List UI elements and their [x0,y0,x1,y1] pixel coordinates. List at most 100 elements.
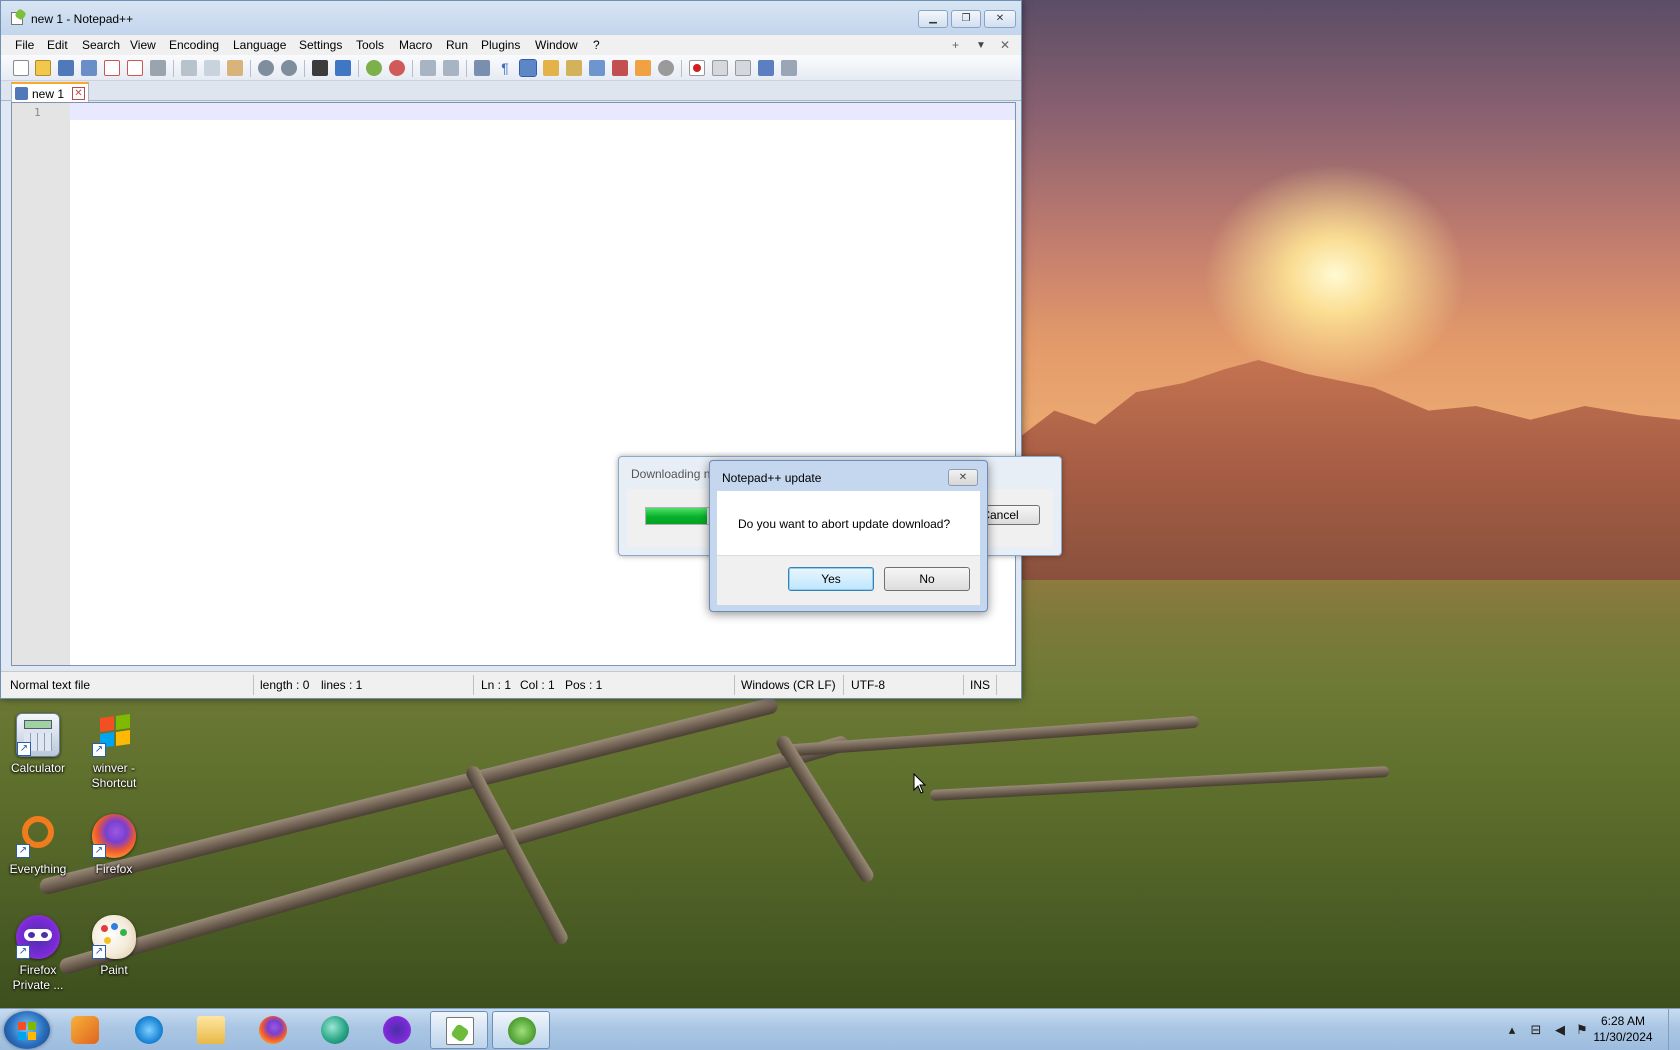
desktop-icon-label: Firefox [95,862,133,876]
cut-icon[interactable] [181,60,197,76]
replace-icon[interactable] [335,60,351,76]
menu-edit[interactable]: Edit [47,38,68,52]
desktop-icon-label: Everything [9,862,67,876]
show-hidden-icons-icon[interactable]: ▴ [1504,1022,1520,1038]
everything-search-icon: ↗ [16,814,60,858]
desktop-icon-firefox-private[interactable]: ↗ Firefox Private ... [0,915,76,993]
open-file-icon[interactable] [35,60,51,76]
record-macro-icon[interactable] [689,60,705,76]
menu-language[interactable]: Language [233,38,286,52]
status-divider [734,675,735,695]
indent-guide-icon[interactable] [519,59,537,77]
show-all-chars-icon[interactable]: ¶ [497,60,513,76]
find-icon[interactable] [312,60,328,76]
shortcut-arrow-icon: ↗ [92,743,106,757]
close-doc-button[interactable]: ✕ [1000,38,1010,52]
menu-tools[interactable]: Tools [356,38,384,52]
close-file-icon[interactable] [104,60,120,76]
menu-run[interactable]: Run [446,38,468,52]
tab-new-1[interactable]: new 1 ✕ [11,82,89,102]
current-line-highlight [70,103,1015,120]
copy-icon[interactable] [204,60,220,76]
sync-vertical-icon[interactable] [420,60,436,76]
redo-icon[interactable] [281,60,297,76]
folder-workspace-icon[interactable] [635,60,651,76]
desktop-icon-winver[interactable]: ↗ winver - Shortcut [76,713,152,791]
taskbar-media-player[interactable] [56,1011,114,1049]
menu-view[interactable]: View [130,38,156,52]
status-length: length : 0 [260,678,310,692]
clock-date: 11/30/2024 [1593,1030,1653,1044]
menu-macro[interactable]: Macro [399,38,432,52]
paint-icon: ↗ [92,915,136,959]
sync-horizontal-icon[interactable] [443,60,459,76]
menu-window[interactable]: Window [535,38,578,52]
toolbar-separator [681,60,682,77]
desktop-icon-firefox[interactable]: ↗ Firefox [76,814,152,877]
zoom-out-icon[interactable] [389,60,405,76]
doc-map-icon[interactable] [566,60,582,76]
title-bar[interactable]: new 1 - Notepad++ ▁ ❐ ✕ [1,1,1021,35]
menu-help[interactable]: ? [593,38,600,52]
show-desktop-button[interactable] [1668,1009,1680,1050]
taskbar-firefox-private[interactable] [368,1011,426,1049]
monitoring-icon[interactable] [658,60,674,76]
status-bar: Normal text file length : 0 lines : 1 Ln… [1,671,1021,698]
maximize-button[interactable]: ❐ [951,10,981,28]
close-all-icon[interactable] [127,60,143,76]
taskbar-clock[interactable]: 6:28 AM 11/30/2024 [1584,1013,1662,1045]
status-col: Col : 1 [520,678,555,692]
menu-file[interactable]: File [15,38,34,52]
menu-search[interactable]: Search [82,38,120,52]
zoom-in-icon[interactable] [366,60,382,76]
taskbar-updater[interactable] [492,1011,550,1049]
internet-explorer-icon [135,1016,163,1044]
desktop-icon-calculator[interactable]: ↗ Calculator [0,713,76,776]
new-file-icon[interactable] [13,60,29,76]
save-macro-icon[interactable] [781,60,797,76]
yes-button[interactable]: Yes [788,567,874,591]
toolbar-separator [358,60,359,77]
new-tab-button[interactable]: + [952,38,959,52]
menu-settings[interactable]: Settings [299,38,342,52]
print-icon[interactable] [150,60,166,76]
media-player-icon [71,1016,99,1044]
menu-encoding[interactable]: Encoding [169,38,219,52]
lang-define-icon[interactable] [543,60,559,76]
no-button[interactable]: No [884,567,970,591]
save-all-icon[interactable] [81,60,97,76]
network-icon[interactable]: ⊟ [1528,1022,1544,1038]
save-icon[interactable] [58,60,74,76]
menu-plugins[interactable]: Plugins [481,38,520,52]
minimize-button[interactable]: ▁ [918,10,948,28]
desktop-icon-paint[interactable]: ↗ Paint [76,915,152,978]
start-button[interactable] [4,1011,50,1049]
stop-macro-icon[interactable] [712,60,728,76]
taskbar-internet-explorer[interactable] [120,1011,178,1049]
paste-icon[interactable] [227,60,243,76]
desktop-icon-everything[interactable]: ↗ Everything [0,814,76,877]
line-number-gutter: 1 [12,103,70,665]
file-explorer-icon [197,1016,225,1044]
windows-flag-icon [28,1032,36,1040]
taskbar-circle-app[interactable] [306,1011,364,1049]
word-wrap-icon[interactable] [474,60,490,76]
taskbar-firefox[interactable] [244,1011,302,1049]
toolbar-separator [250,60,251,77]
run-macro-multiple-icon[interactable] [758,60,774,76]
mouse-cursor-icon [913,773,927,794]
play-macro-icon[interactable] [735,60,751,76]
function-list-icon[interactable] [612,60,628,76]
doc-list-icon[interactable] [589,60,605,76]
status-insert-mode: INS [970,678,991,692]
dialog-close-button[interactable]: ✕ [948,469,978,486]
status-encoding: UTF-8 [851,678,885,692]
tab-list-button[interactable]: ▼ [976,40,986,51]
toolbar-separator [173,60,174,77]
undo-icon[interactable] [258,60,274,76]
taskbar-notepadpp[interactable] [430,1011,488,1049]
close-button[interactable]: ✕ [984,10,1016,28]
taskbar-file-explorer[interactable] [182,1011,240,1049]
tab-close-icon[interactable]: ✕ [72,87,85,100]
volume-icon[interactable]: ◀ [1552,1022,1568,1038]
